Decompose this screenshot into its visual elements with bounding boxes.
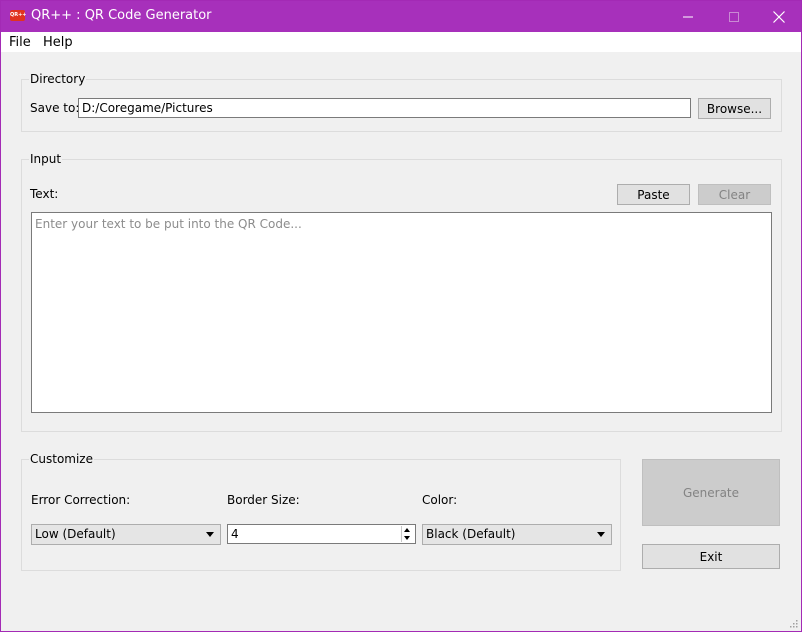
spin-up-icon[interactable] (404, 528, 410, 532)
customize-group (21, 459, 621, 571)
exit-button[interactable]: Exit (642, 544, 780, 569)
border-size-label: Border Size: (227, 493, 300, 507)
paste-button[interactable]: Paste (617, 184, 690, 205)
generate-button: Generate (642, 459, 780, 526)
window-title: QR++ : QR Code Generator (31, 8, 212, 23)
menu-bar: File Help (1, 32, 801, 52)
title-bar[interactable]: QR++ QR++ : QR Code Generator (1, 1, 801, 32)
browse-button[interactable]: Browse... (698, 98, 771, 119)
menu-help[interactable]: Help (43, 35, 73, 50)
resize-grip-icon[interactable] (789, 619, 798, 628)
color-select[interactable]: Black (Default) (422, 524, 612, 545)
color-label: Color: (422, 493, 458, 507)
error-correction-select[interactable]: Low (Default) (31, 524, 221, 545)
qr-text-input[interactable]: Enter your text to be put into the QR Co… (31, 212, 772, 413)
maximize-icon (729, 11, 739, 22)
menu-file[interactable]: File (9, 35, 31, 50)
spin-down-icon[interactable] (404, 536, 410, 540)
clear-button: Clear (698, 184, 771, 205)
text-label: Text: (30, 187, 59, 201)
app-window: QR++ QR++ : QR Code Generator File Help … (0, 0, 802, 632)
save-to-field[interactable]: D:/Coregame/Pictures (78, 98, 691, 118)
border-size-value: 4 (231, 527, 239, 541)
app-logo-icon: QR++ (10, 10, 26, 21)
chevron-down-icon (597, 532, 605, 537)
minimize-icon (683, 16, 693, 17)
customize-group-title: Customize (29, 452, 94, 466)
minimize-button[interactable] (665, 1, 711, 32)
chevron-down-icon (206, 532, 214, 537)
spin-buttons[interactable] (401, 526, 413, 542)
maximize-button (711, 1, 757, 32)
close-icon (773, 10, 785, 23)
save-to-label: Save to: (30, 101, 80, 115)
error-correction-value: Low (Default) (35, 527, 116, 541)
input-group-title: Input (29, 152, 63, 166)
close-button[interactable] (756, 1, 802, 32)
directory-group-title: Directory (29, 72, 87, 86)
color-value: Black (Default) (426, 527, 516, 541)
border-size-spinbox[interactable]: 4 (227, 524, 416, 544)
error-correction-label: Error Correction: (31, 493, 131, 507)
